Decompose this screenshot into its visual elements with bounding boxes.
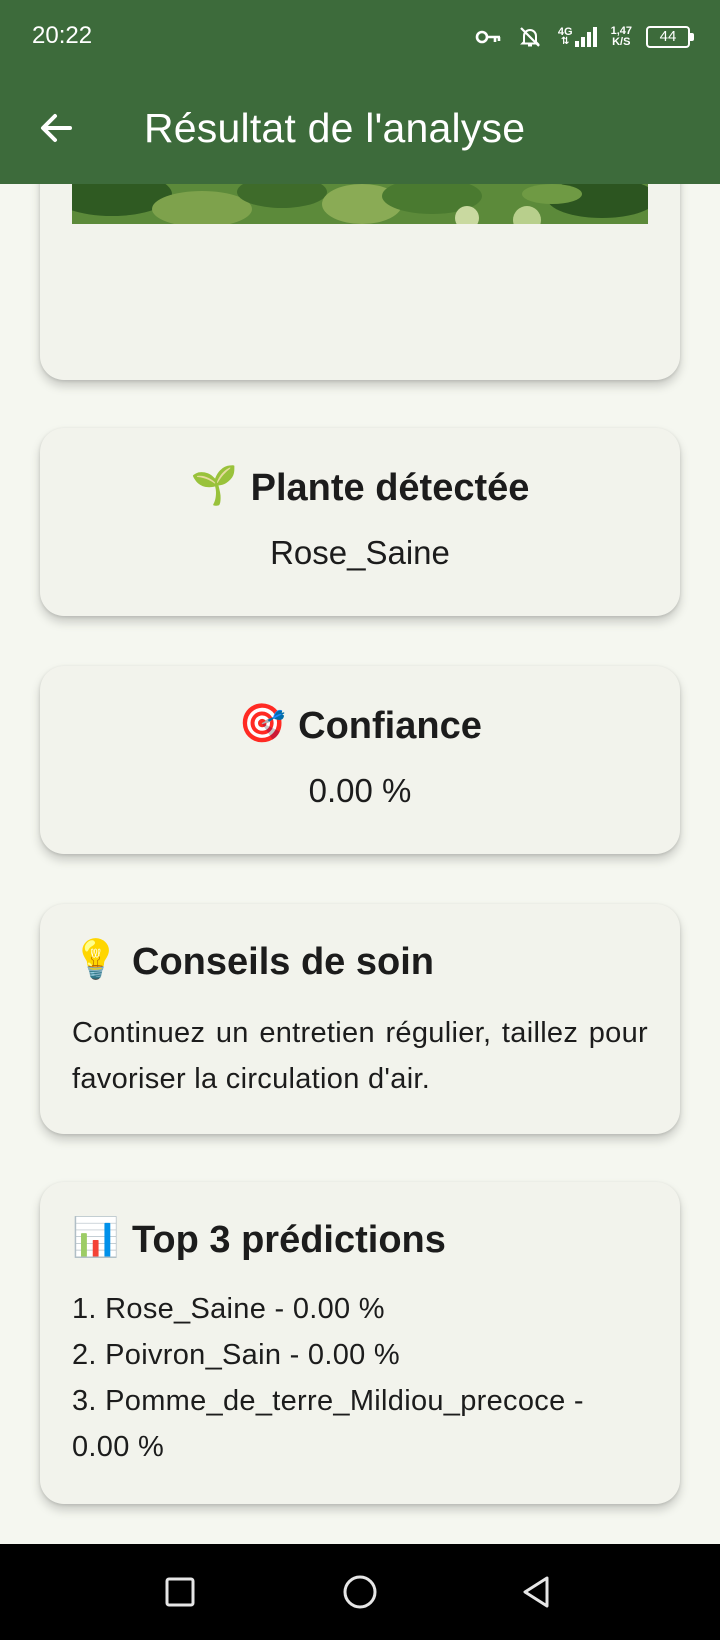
arrow-left-icon (41, 114, 72, 142)
prediction-item: 1. Rose_Saine - 0.00 % (72, 1293, 385, 1325)
status-time: 20:22 (32, 22, 93, 49)
prediction-list: 1. Rose_Saine - 0.00 % 2. Poivron_Sain -… (72, 1286, 648, 1470)
recents-button[interactable] (152, 1564, 208, 1620)
top3-title: 📊 Top 3 prédictions (72, 1216, 648, 1264)
square-icon (165, 1577, 195, 1607)
navigation-bar (0, 1544, 720, 1640)
plant-photo (72, 184, 648, 224)
vpn-key-icon (475, 30, 501, 44)
page-title: Résultat de l'analyse (144, 104, 526, 151)
target-icon: 🎯 (238, 703, 286, 745)
image-card (40, 184, 680, 380)
bell-off-icon (519, 27, 540, 47)
prediction-item: 2. Poivron_Sain - 0.00 % (72, 1339, 400, 1371)
battery-icon: 44 (646, 26, 694, 48)
network-speed: 1,47 K/S (610, 25, 632, 48)
confidence-card-title: 🎯 Confiance (40, 702, 680, 750)
nav-back-button[interactable] (508, 1564, 564, 1620)
status-bar: 20:22 4G ⇅ 1,47 K/S 44 (0, 0, 720, 72)
home-button[interactable] (332, 1564, 388, 1620)
status-icons: 4G ⇅ 1,47 K/S 44 (474, 22, 694, 52)
prediction-item: 3. Pomme_de_terre_Mildiou_precoce - 0.00… (72, 1385, 584, 1463)
circle-icon (343, 1575, 377, 1609)
signal-icon (574, 27, 597, 47)
care-tips-title: 💡 Conseils de soin (72, 938, 648, 986)
seedling-icon: 🌱 (190, 465, 239, 507)
triangle-back-icon (523, 1576, 549, 1608)
plant-card: 🌱 Plante détectée Rose_Saine (40, 428, 680, 616)
care-tips-text: Continuez un entretien régulier, taillez… (72, 1017, 648, 1095)
lightbulb-icon: 💡 (72, 939, 120, 981)
plant-name: Rose_Saine (270, 534, 450, 571)
result-content[interactable]: 🌱 Plante détectée Rose_Saine 🎯 Confiance… (0, 184, 720, 1544)
confidence-card: 🎯 Confiance 0.00 % (40, 666, 680, 854)
plant-card-title: 🌱 Plante détectée (40, 464, 680, 512)
confidence-value: 0.00 % (308, 772, 412, 809)
toolbar: Résultat de l'analyse (0, 72, 720, 184)
bar-chart-icon: 📊 (72, 1217, 120, 1259)
back-button[interactable] (20, 92, 92, 164)
care-tips-card: 💡 Conseils de soin Continuez un entretie… (40, 904, 680, 1134)
app-bar: 20:22 4G ⇅ 1,47 K/S 44 Résultat de l'ana… (0, 0, 720, 184)
top3-card: 📊 Top 3 prédictions 1. Rose_Saine - 0.00… (40, 1182, 680, 1504)
network-indicator: 4G ⇅ (558, 27, 597, 47)
